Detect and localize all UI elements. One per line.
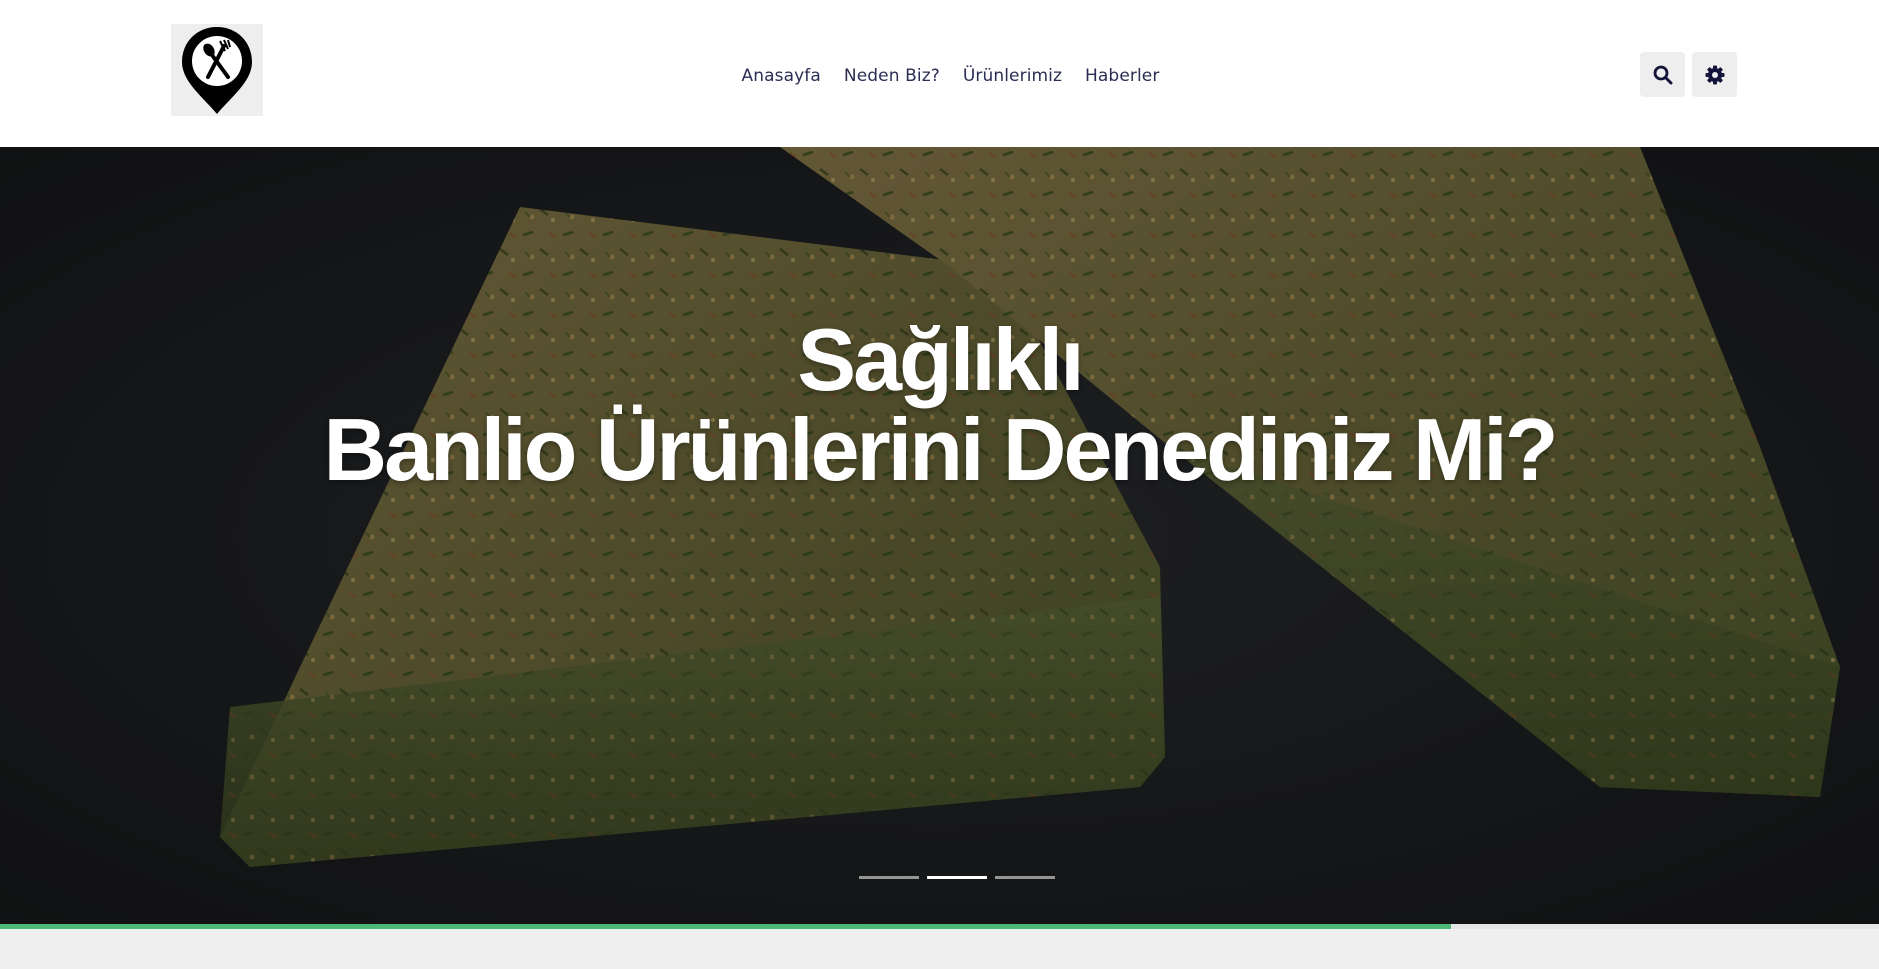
map-pin-spoon-fork-icon [182,27,252,114]
hero-slider: Sağlıklı Banlio Ürünlerini Denediniz Mi? [0,147,1879,925]
main-nav: Anasayfa Neden Biz? Ürünlerimiz Haberler [0,0,1879,152]
nav-anasayfa[interactable]: Anasayfa [742,66,821,86]
hero-title-line2: Banlio Ürünlerini Denediniz Mi? [323,400,1559,499]
slide-indicator-2[interactable] [927,876,987,879]
search-button[interactable] [1640,52,1685,97]
settings-button[interactable] [1692,52,1737,97]
slide-indicator-1[interactable] [859,876,919,879]
slide-indicator-3[interactable] [995,876,1055,879]
search-icon [1653,65,1672,84]
slider-indicators [859,876,1055,879]
hero-title: Sağlıklı Banlio Ürünlerini Denediniz Mi? [0,315,1879,495]
page-section-below [0,929,1879,969]
hero-background-image [0,147,1879,925]
nav-urunlerimiz[interactable]: Ürünlerimiz [963,66,1062,86]
gear-icon [1705,65,1724,84]
hero-title-line1: Sağlıklı [797,310,1084,409]
site-header: Anasayfa Neden Biz? Ürünlerimiz Haberler [0,0,1879,147]
nav-haberler[interactable]: Haberler [1085,66,1159,86]
nav-neden-biz[interactable]: Neden Biz? [844,66,940,86]
site-logo[interactable] [171,24,263,116]
